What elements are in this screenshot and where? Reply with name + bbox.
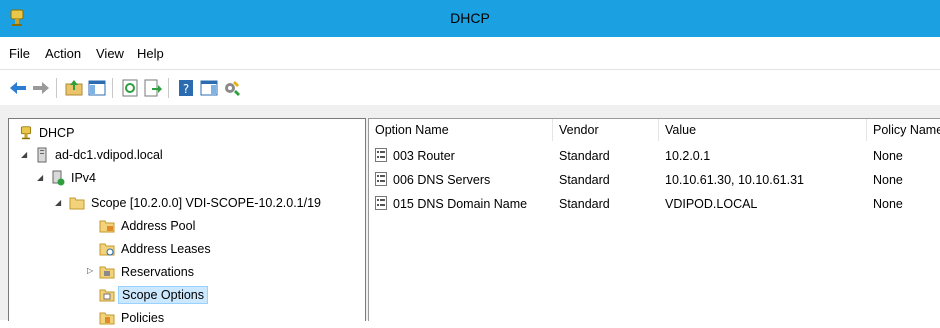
option-icon xyxy=(375,148,387,162)
tree-label: Scope [10.2.0.0] VDI-SCOPE-10.2.0.1/19 xyxy=(91,196,321,210)
export-list-icon[interactable] xyxy=(143,78,163,98)
options-list: Option Name Vendor Value Policy Name 003… xyxy=(368,118,940,321)
tree-label: DHCP xyxy=(39,126,75,140)
tree-label: IPv4 xyxy=(71,171,97,185)
option-value: VDIPOD.LOCAL xyxy=(665,197,758,211)
option-policy: None xyxy=(873,197,903,211)
tree-label: Scope Options xyxy=(118,286,208,304)
option-name: 006 DNS Servers xyxy=(393,173,491,187)
option-name: 015 DNS Domain Name xyxy=(393,197,528,211)
tree-label: Reservations xyxy=(121,265,194,279)
window-title: DHCP xyxy=(450,10,490,26)
dhcp-root-icon xyxy=(20,126,32,140)
back-arrow-icon[interactable] xyxy=(8,78,28,98)
tree-node-policies[interactable]: Policies xyxy=(99,308,164,328)
table-row[interactable]: 015 DNS Domain Name Standard VDIPOD.LOCA… xyxy=(369,193,940,217)
title-bar: DHCP xyxy=(0,0,940,37)
option-vendor: Standard xyxy=(559,173,610,187)
option-vendor: Standard xyxy=(559,149,610,163)
option-policy: None xyxy=(873,149,903,163)
show-hide-action-pane-icon[interactable] xyxy=(199,78,219,98)
folder-icon xyxy=(69,197,85,210)
collapse-arrow-icon[interactable]: ◢ xyxy=(21,151,29,159)
tree-label: Policies xyxy=(121,311,165,325)
option-value: 10.2.0.1 xyxy=(665,149,711,163)
console-tree: DHCP ◢ ad-dc1.vdipod.local ◢ IPv4 ◢ Scop… xyxy=(8,118,366,325)
svg-text:?: ? xyxy=(183,82,189,96)
column-header-value[interactable]: Value xyxy=(659,119,867,141)
option-policy: None xyxy=(873,173,903,187)
menu-file[interactable]: File xyxy=(9,46,30,61)
tree-node-reservations[interactable]: Reservations xyxy=(99,262,194,282)
address-leases-icon xyxy=(99,243,115,256)
forward-arrow-icon[interactable] xyxy=(31,78,51,98)
address-pool-icon xyxy=(99,220,115,233)
menu-bar: File Action View Help xyxy=(0,37,940,70)
toolbar-separator xyxy=(112,78,113,98)
column-header-option-name[interactable]: Option Name xyxy=(369,119,553,141)
toolbar: ? xyxy=(0,70,940,105)
expand-arrow-icon[interactable]: ▷ xyxy=(87,267,95,275)
ipv4-icon xyxy=(52,170,65,186)
toolbar-separator xyxy=(168,78,169,98)
tree-node-dhcp[interactable]: DHCP xyxy=(19,123,74,143)
server-icon xyxy=(37,147,47,163)
tree-label: Address Leases xyxy=(121,242,211,256)
menu-help[interactable]: Help xyxy=(137,46,164,61)
option-vendor: Standard xyxy=(559,197,610,211)
collapse-arrow-icon[interactable]: ◢ xyxy=(37,174,45,182)
scope-options-icon xyxy=(99,289,115,302)
tree-node-server[interactable]: ad-dc1.vdipod.local xyxy=(35,145,163,165)
column-header-policy-name[interactable]: Policy Name xyxy=(867,119,940,141)
reservations-icon xyxy=(99,266,115,279)
table-row[interactable]: 006 DNS Servers Standard 10.10.61.30, 10… xyxy=(369,169,940,193)
tree-node-ipv4[interactable]: IPv4 xyxy=(51,168,96,188)
tree-node-address-pool[interactable]: Address Pool xyxy=(99,216,195,236)
policies-icon xyxy=(99,312,115,325)
help-icon[interactable]: ? xyxy=(176,78,196,98)
tree-node-scope-options[interactable]: Scope Options xyxy=(99,285,208,305)
dhcp-icon[interactable] xyxy=(222,78,242,98)
option-name: 003 Router xyxy=(393,149,455,163)
table-row[interactable]: 003 Router Standard 10.2.0.1 None xyxy=(369,145,940,169)
tree-label: Address Pool xyxy=(121,219,196,233)
refresh-icon[interactable] xyxy=(120,78,140,98)
up-folder-icon[interactable] xyxy=(64,78,84,98)
tree-node-address-leases[interactable]: Address Leases xyxy=(99,239,211,259)
column-header-vendor[interactable]: Vendor xyxy=(553,119,659,141)
toolbar-separator xyxy=(56,78,57,98)
option-icon xyxy=(375,172,387,186)
tree-label: ad-dc1.vdipod.local xyxy=(55,148,163,162)
collapse-arrow-icon[interactable]: ◢ xyxy=(55,199,63,207)
show-hide-console-tree-icon[interactable] xyxy=(87,78,107,98)
option-icon xyxy=(375,196,387,210)
tree-node-scope[interactable]: Scope [10.2.0.0] VDI-SCOPE-10.2.0.1/19 xyxy=(69,193,321,213)
menu-view[interactable]: View xyxy=(96,46,124,61)
option-value: 10.10.61.30, 10.10.61.31 xyxy=(665,173,805,187)
menu-action[interactable]: Action xyxy=(45,46,81,61)
